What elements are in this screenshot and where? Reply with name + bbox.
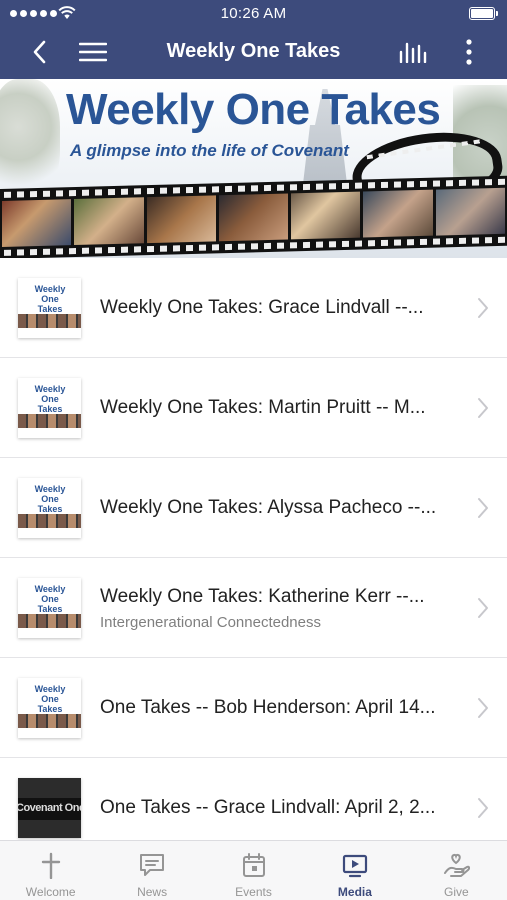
tab-label: News — [137, 885, 168, 899]
item-title: Weekly One Takes: Martin Pruitt -- M... — [100, 397, 426, 418]
item-thumbnail: Weekly One Takes — [18, 478, 81, 538]
more-vertical-icon — [466, 39, 472, 65]
tab-events[interactable]: Events — [203, 841, 304, 900]
list-item[interactable]: Weekly One Takes Weekly One Takes: Alyss… — [0, 458, 507, 558]
more-button[interactable] — [452, 36, 486, 68]
thumbnail-strip — [18, 414, 81, 428]
item-text: Weekly One Takes: Grace Lindvall --... — [100, 258, 463, 358]
chevron-right-icon — [478, 398, 488, 418]
thumbnail-strip — [18, 614, 81, 628]
thumbnail-text: Covenant One Take — [18, 802, 81, 814]
audio-button[interactable] — [396, 36, 430, 68]
film-strip-graphic — [0, 175, 507, 258]
thumbnail-strip — [18, 714, 81, 728]
thumbnail-text: Weekly One Takes — [34, 584, 66, 614]
tab-welcome[interactable]: Welcome — [0, 841, 101, 900]
item-text: Weekly One Takes: Alyssa Pacheco --... — [100, 458, 463, 558]
chevron-right-icon — [478, 698, 488, 718]
nav-bar: Weekly One Takes — [0, 26, 507, 79]
item-subtitle: Intergenerational Connectedness — [100, 613, 321, 631]
list-item[interactable]: Weekly One Takes Weekly One Takes: Grace… — [0, 258, 507, 358]
thumbnail-strip — [18, 314, 81, 328]
status-bar: 10:26 AM — [0, 0, 507, 26]
tab-give[interactable]: Give — [406, 841, 507, 900]
tab-label: Welcome — [25, 885, 76, 899]
item-thumbnail: Weekly One Takes — [18, 578, 81, 638]
tab-label: Media — [337, 885, 372, 899]
cross-icon — [41, 852, 60, 879]
header-banner: Weekly One Takes A glimpse into the life… — [0, 79, 507, 258]
thumbnail-text: Weekly One Takes — [34, 284, 66, 314]
app-screen: 10:26 AM Weekly One Takes Weekly One Tak… — [0, 0, 507, 900]
thumbnail-strip — [18, 514, 81, 528]
chevron-right-icon — [478, 798, 488, 818]
chevron-right-icon — [478, 298, 488, 318]
page-title: Weekly One Takes — [166, 40, 341, 62]
chevron-right-icon — [478, 598, 488, 618]
item-title: Weekly One Takes: Grace Lindvall --... — [100, 297, 424, 318]
thumbnail-text: Weekly One Takes — [34, 384, 66, 414]
item-title: Weekly One Takes: Alyssa Pacheco --... — [100, 497, 437, 518]
media-list: Weekly One Takes Weekly One Takes: Grace… — [0, 258, 507, 840]
top-bar: 10:26 AM Weekly One Takes — [0, 0, 507, 79]
equalizer-bars-icon — [399, 42, 427, 63]
item-text: One Takes -- Bob Henderson: April 14... — [100, 658, 463, 758]
item-title: One Takes -- Grace Lindvall: April 2, 2.… — [100, 797, 436, 818]
item-thumbnail: Weekly One Takes — [18, 378, 81, 438]
tab-bar: Welcome News Events Media Give — [0, 840, 507, 900]
banner-heading: Weekly One Takes — [66, 85, 441, 134]
list-item[interactable]: Weekly One Takes One Takes -- Bob Hender… — [0, 658, 507, 758]
item-title: One Takes -- Bob Henderson: April 14... — [100, 697, 436, 718]
item-text: Weekly One Takes: Martin Pruitt -- M... — [100, 358, 463, 458]
list-item[interactable]: Weekly One Takes Weekly One Takes: Marti… — [0, 358, 507, 458]
item-thumbnail: Covenant One Take — [18, 778, 81, 838]
status-time: 10:26 AM — [220, 5, 287, 22]
list-item[interactable]: Weekly One Takes Weekly One Takes: Kathe… — [0, 558, 507, 658]
item-title: Weekly One Takes: Katherine Kerr --... — [100, 585, 425, 607]
play-screen-icon — [342, 854, 368, 878]
item-thumbnail: Weekly One Takes — [18, 278, 81, 338]
thumbnail-text: Weekly One Takes — [34, 684, 66, 714]
tab-news[interactable]: News — [101, 841, 202, 900]
banner-tree-left — [0, 79, 60, 199]
chat-bubble-icon — [140, 854, 165, 876]
item-text: Weekly One Takes: Katherine Kerr --... I… — [100, 558, 463, 658]
list-item[interactable]: Covenant One Take One Takes -- Grace Lin… — [0, 758, 507, 840]
thumbnail-text: Weekly One Takes — [34, 484, 66, 514]
tab-media[interactable]: Media — [304, 841, 405, 900]
tab-label: Events — [235, 885, 272, 899]
item-thumbnail: Weekly One Takes — [18, 678, 81, 738]
hand-heart-icon — [444, 853, 471, 877]
banner-subheading: A glimpse into the life of Covenant — [70, 141, 349, 160]
item-text: One Takes -- Grace Lindvall: April 2, 2.… — [100, 758, 463, 840]
battery-icon — [469, 7, 498, 20]
tab-label: Give — [443, 885, 469, 899]
chevron-right-icon — [478, 498, 488, 518]
calendar-icon — [242, 853, 265, 877]
